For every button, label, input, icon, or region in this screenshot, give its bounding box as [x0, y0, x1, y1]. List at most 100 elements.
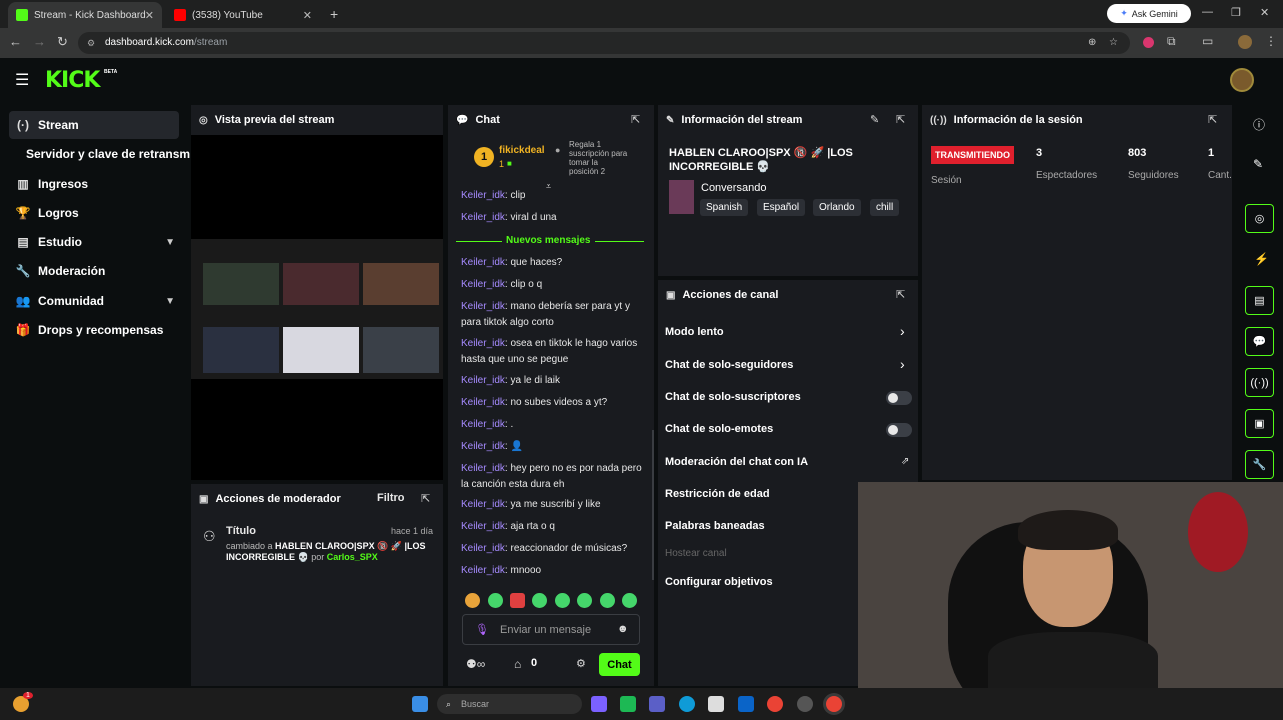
category-name[interactable]: Conversando	[701, 182, 766, 194]
chat-input[interactable]: 🎙 Enviar un mensaje ☻	[462, 614, 640, 645]
edit-pencil-icon[interactable]: ✎	[870, 113, 879, 126]
teams-icon[interactable]	[649, 696, 665, 712]
chat-username[interactable]: Keiler_idk	[461, 375, 505, 386]
address-bar[interactable]: ⚙ dashboard.kick.com/stream ⊕ ☆	[78, 32, 1130, 54]
close-tab-icon[interactable]: ✕	[303, 9, 312, 22]
browser-tab-kick[interactable]: Stream - Kick Dashboard ✕	[8, 2, 162, 28]
sidebar-item-estudio[interactable]: ▤ Estudio ▼	[9, 228, 179, 256]
new-tab-icon[interactable]: +	[330, 6, 338, 22]
preview-player[interactable]	[191, 135, 443, 480]
chat-username[interactable]: Keiler_idk	[461, 499, 505, 510]
send-chat-button[interactable]: Chat	[599, 653, 640, 676]
sidebar-item-drops[interactable]: 🎁 Drops y recompensas	[9, 316, 179, 344]
chevron-right-icon[interactable]: ›	[900, 323, 905, 339]
browser-tab-youtube[interactable]: (3538) YouTube ✕	[166, 2, 320, 28]
app-icon[interactable]	[620, 696, 636, 712]
more-menu-icon[interactable]: ⋮	[1265, 34, 1277, 48]
maximize-icon[interactable]: ❐	[1231, 6, 1241, 19]
ai-moderation-action[interactable]: Moderación del chat con IA	[665, 456, 808, 468]
users-icon[interactable]: ⚉∞	[466, 657, 485, 671]
lightning-icon[interactable]: ⚡	[1254, 252, 1269, 266]
profile-avatar-icon[interactable]	[1238, 35, 1252, 49]
chat-username[interactable]: Keiler_idk	[461, 301, 505, 312]
chat-scrollbar[interactable]	[652, 430, 654, 580]
emote-icon[interactable]	[600, 593, 615, 608]
session-widget-icon[interactable]: ((·))	[1245, 368, 1274, 397]
close-tab-icon[interactable]: ✕	[145, 9, 154, 22]
zoom-icon[interactable]: ⊕	[1088, 32, 1096, 54]
edit-layout-icon[interactable]: ✎	[1253, 157, 1263, 171]
chrome-active-icon[interactable]	[826, 696, 842, 712]
emote-icon[interactable]	[488, 593, 503, 608]
extensions-puzzle-icon[interactable]: ⧉	[1167, 34, 1176, 49]
microphone-icon[interactable]: 🎙	[475, 623, 489, 636]
slow-mode-action[interactable]: Modo lento	[665, 326, 724, 338]
bookmark-star-icon[interactable]: ☆	[1109, 32, 1118, 54]
extension-icon[interactable]	[1143, 37, 1154, 48]
kick-logo[interactable]: KICK	[45, 68, 100, 93]
chat-username[interactable]: Keiler_idk	[461, 190, 505, 201]
popout-icon[interactable]: ⇱	[896, 288, 905, 301]
site-info-icon[interactable]: ⚙	[87, 32, 95, 54]
window-close-icon[interactable]: ✕	[1260, 6, 1269, 19]
chat-widget-icon[interactable]: 💬	[1245, 327, 1274, 356]
external-link-icon[interactable]: ⇗	[901, 456, 909, 467]
edge-icon[interactable]	[679, 696, 695, 712]
forward-icon[interactable]: →	[33, 34, 46, 49]
chat-username[interactable]: Keiler_idk	[461, 279, 505, 290]
channel-actions-widget-icon[interactable]: ▣	[1245, 409, 1274, 438]
configure-goals-action[interactable]: Configurar objetivos	[665, 576, 773, 588]
chat-username[interactable]: Keiler_idk	[461, 521, 505, 532]
sidebar-item-ingresos[interactable]: ▥ Ingresos	[9, 170, 179, 198]
back-icon[interactable]: ←	[9, 34, 22, 49]
subscribers-only-toggle[interactable]	[886, 391, 912, 405]
store-icon[interactable]: ⌂	[514, 657, 521, 671]
emote-icon[interactable]	[510, 593, 525, 608]
emote-icon[interactable]	[532, 593, 547, 608]
sidebar-item-server-key[interactable]: Servidor y clave de retransm	[22, 140, 192, 168]
user-avatar[interactable]	[1230, 68, 1254, 92]
info-icon[interactable]: ⓘ	[1253, 116, 1265, 133]
chat-settings-icon[interactable]: ⚙	[576, 657, 586, 670]
emote-icon[interactable]	[622, 593, 637, 608]
windows-start-icon[interactable]	[412, 696, 428, 712]
taskbar-search[interactable]: ⌕ Buscar	[437, 694, 582, 714]
emotes-only-toggle[interactable]	[886, 423, 912, 437]
minimize-icon[interactable]: —	[1202, 6, 1213, 18]
chat-username[interactable]: Keiler_idk	[461, 419, 505, 430]
preview-widget-icon[interactable]: ◎	[1245, 204, 1274, 233]
chat-username[interactable]: Keiler_idk	[461, 441, 505, 452]
app-icon[interactable]	[708, 696, 724, 712]
app-icon[interactable]	[797, 696, 813, 712]
chat-username[interactable]: Keiler_idk	[461, 212, 505, 223]
chevron-right-icon[interactable]: ›	[900, 356, 905, 372]
banned-words-action[interactable]: Palabras baneadas	[665, 520, 765, 532]
sidepanel-icon[interactable]: ▭	[1202, 34, 1213, 48]
emoji-icon[interactable]: ☻	[617, 623, 629, 635]
emote-icon[interactable]	[555, 593, 570, 608]
sidebar-item-comunidad[interactable]: 👥 Comunidad ▼	[9, 287, 179, 315]
outlook-icon[interactable]	[738, 696, 754, 712]
popout-icon[interactable]: ⇱	[896, 113, 905, 126]
chat-username[interactable]: Keiler_idk	[461, 397, 505, 408]
chat-username[interactable]: Keiler_idk	[461, 543, 505, 554]
chat-username[interactable]: Keiler_idk	[461, 565, 505, 576]
popout-icon[interactable]: ⇱	[421, 492, 430, 505]
chat-username[interactable]: Keiler_idk	[461, 338, 505, 349]
copilot-icon[interactable]	[591, 696, 607, 712]
chat-username[interactable]: Keiler_idk	[461, 463, 505, 474]
followers-only-action[interactable]: Chat de solo-seguidores	[665, 359, 793, 371]
top-gifter-name[interactable]: fikickdeal	[499, 145, 545, 156]
sidebar-item-stream[interactable]: (·) Stream	[9, 111, 179, 139]
hamburger-menu-icon[interactable]: ☰	[15, 70, 29, 90]
reload-icon[interactable]: ↻	[57, 34, 68, 50]
emote-icon[interactable]	[465, 593, 480, 608]
emote-icon[interactable]	[577, 593, 592, 608]
gift-prompt[interactable]: Regala 1 suscripción para tomar la posic…	[569, 140, 629, 176]
age-restriction-action[interactable]: Restricción de edad	[665, 488, 770, 500]
mod-actions-widget-icon[interactable]: ▤	[1245, 286, 1274, 315]
popout-icon[interactable]: ⇱	[631, 113, 640, 126]
mod-entry-author[interactable]: Carlos_SPX	[327, 552, 378, 562]
chrome-icon[interactable]	[767, 696, 783, 712]
chat-username[interactable]: Keiler_idk	[461, 257, 505, 268]
